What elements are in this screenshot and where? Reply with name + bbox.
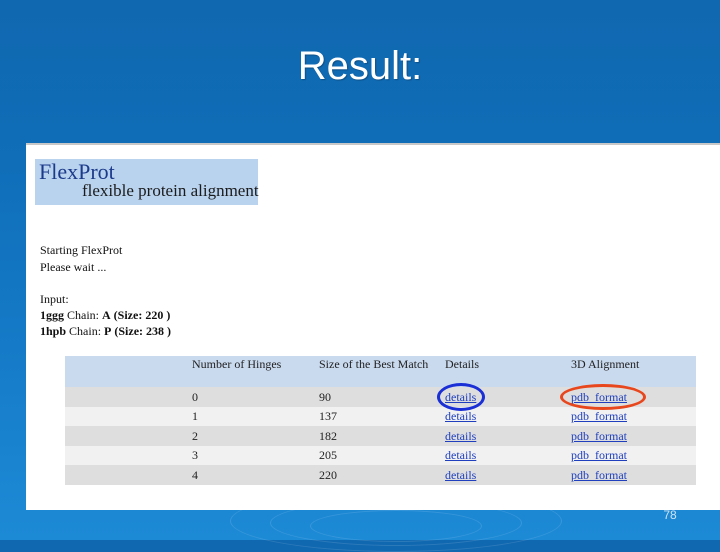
protein-size: (Size: 238 ) <box>114 324 172 338</box>
details-link[interactable]: details <box>445 448 476 462</box>
cell-hinges: 3 <box>65 445 319 465</box>
pdb-format-link[interactable]: pdb_format <box>571 429 627 443</box>
protein-id: 1hpb <box>40 324 67 338</box>
blue-highlight-circle <box>437 383 485 411</box>
table-header-row: Number of Hinges Size of the Best Match … <box>65 356 696 387</box>
red-highlight-circle <box>560 384 646 410</box>
chain-value: A <box>102 308 111 322</box>
protein-id: 1ggg <box>40 308 64 322</box>
cell-hinges: 0 <box>65 387 319 407</box>
cell-hinges: 2 <box>65 426 319 446</box>
header-3d-alignment: 3D Alignment <box>571 356 696 387</box>
status-line-starting: Starting FlexProt <box>40 243 123 257</box>
input-protein-1: 1ggg Chain: A (Size: 220 ) <box>40 307 170 323</box>
screenshot-top-border <box>26 143 720 145</box>
cell-size: 90 <box>319 387 445 407</box>
details-link[interactable]: details <box>445 468 476 482</box>
protein-size: (Size: 220 ) <box>113 308 171 322</box>
chain-label: Chain: <box>67 308 99 322</box>
chain-value: P <box>104 324 112 338</box>
cell-hinges: 1 <box>65 406 319 426</box>
pdb-format-link[interactable]: pdb_format <box>571 448 627 462</box>
cell-size: 220 <box>319 465 445 485</box>
cell-size: 182 <box>319 426 445 446</box>
slide-page-number: 78 <box>663 508 677 522</box>
status-line-wait: Please wait ... <box>40 260 107 274</box>
cell-size: 205 <box>319 445 445 465</box>
details-link[interactable]: details <box>445 429 476 443</box>
header-number-of-hinges: Number of Hinges <box>65 356 319 387</box>
water-ripple-decoration <box>310 510 482 542</box>
table-row: 2 182 details pdb_format <box>65 426 696 446</box>
results-table: Number of Hinges Size of the Best Match … <box>65 356 696 485</box>
flexprot-screenshot: FlexProt flexible protein alignment Star… <box>26 143 720 510</box>
flexprot-logo-subtitle: flexible protein alignment <box>82 181 259 200</box>
cell-hinges: 4 <box>65 465 319 485</box>
header-size-best-match: Size of the Best Match <box>319 356 445 387</box>
slide-title: Result: <box>297 44 423 88</box>
details-link[interactable]: details <box>445 409 476 423</box>
table-row: 4 220 details pdb_format <box>65 465 696 485</box>
cell-size: 137 <box>319 406 445 426</box>
chain-label: Chain: <box>69 324 102 338</box>
table-row: 3 205 details pdb_format <box>65 445 696 465</box>
input-label: Input: <box>40 292 69 306</box>
pdb-format-link[interactable]: pdb_format <box>571 468 627 482</box>
pdb-format-link[interactable]: pdb_format <box>571 409 627 423</box>
input-protein-2: 1hpb Chain: P (Size: 238 ) <box>40 323 171 339</box>
